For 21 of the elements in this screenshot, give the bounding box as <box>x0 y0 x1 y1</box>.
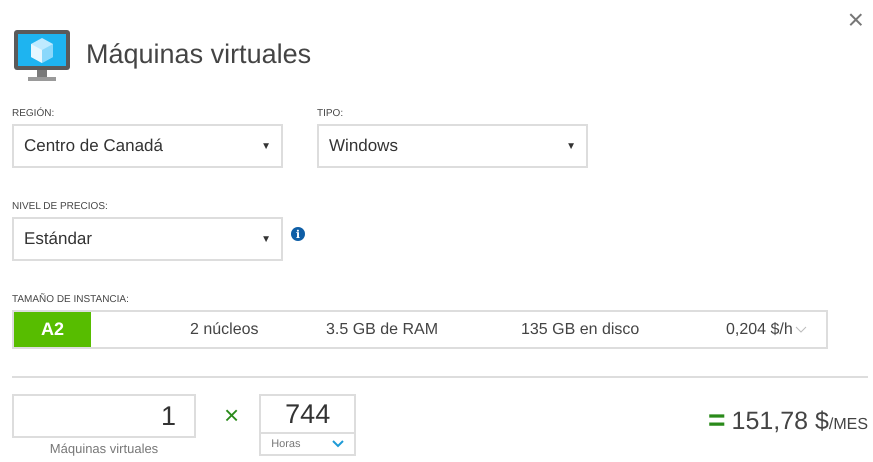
dropdown[interactable]: Estándar ▼ <box>12 217 283 261</box>
field-label: REGIÓN: <box>12 108 56 119</box>
field-label: NIVEL DE PRECIOS: <box>12 201 109 212</box>
unit-dropdown[interactable]: Horas <box>259 434 356 456</box>
chevron-down-icon <box>332 440 344 448</box>
instance-size-dropdown[interactable]: A2 2 núcleos 3.5 GB de RAM 135 GB en disco 0,204 $/h <box>12 310 828 349</box>
info-icon[interactable]: i <box>291 227 305 241</box>
multiply-sign: × <box>224 400 240 431</box>
hours-field[interactable]: 744 <box>259 394 356 434</box>
field-label: TIPO: <box>317 108 344 119</box>
dropdown[interactable]: Centro de Canadá ▼ <box>12 124 283 168</box>
monthly-total: 151,78 $/MES <box>732 406 868 436</box>
field-label: TAMAÑO DE INSTANCIA: <box>12 294 130 305</box>
monitor-cube-icon <box>12 28 72 84</box>
quantity-label: Máquinas virtuales <box>50 441 158 456</box>
window-title: Máquinas virtuales <box>86 38 312 70</box>
dropdown[interactable]: Windows ▼ <box>317 124 588 168</box>
close-button[interactable]: × <box>844 4 868 36</box>
equals-sign: = <box>708 404 726 438</box>
quantity-field[interactable]: 1 <box>12 394 196 438</box>
chevron-down-icon <box>794 326 807 334</box>
